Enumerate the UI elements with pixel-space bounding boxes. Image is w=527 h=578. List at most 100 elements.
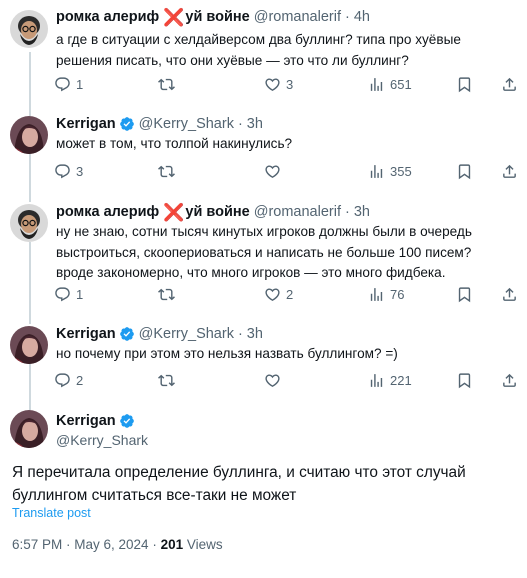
- translate-link[interactable]: Translate post: [12, 506, 91, 520]
- display-name[interactable]: ромка алериф: [56, 9, 159, 25]
- separator-dot: ·: [344, 9, 350, 25]
- display-name[interactable]: ромка алериф: [56, 204, 159, 220]
- retweet-button[interactable]: [158, 76, 180, 93]
- user-handle[interactable]: @romanalerif: [254, 9, 341, 25]
- reply-count: 1: [76, 77, 84, 92]
- avatar[interactable]: [10, 204, 48, 242]
- views-icon: [370, 288, 383, 301]
- display-name-suffix: уй войне: [185, 9, 250, 25]
- tweet-text: ну не знаю, сотни тысяч кинутых игроков …: [56, 224, 472, 280]
- retweet-button[interactable]: [158, 372, 180, 389]
- reply-icon: [55, 77, 70, 92]
- bookmark-icon: [458, 287, 471, 303]
- bookmark-icon: [458, 373, 471, 389]
- avatar[interactable]: [10, 116, 48, 154]
- user-handle[interactable]: @Kerry_Shark: [139, 326, 234, 342]
- display-name[interactable]: Kerrigan: [56, 413, 116, 429]
- retweet-button[interactable]: [158, 286, 180, 303]
- verified-badge-icon: [119, 116, 135, 132]
- reply-button[interactable]: 1: [54, 76, 83, 93]
- retweet-icon: [158, 374, 175, 387]
- bookmark-button[interactable]: [456, 76, 473, 93]
- share-icon: [503, 164, 516, 178]
- views-icon: [370, 165, 383, 178]
- like-button[interactable]: 2: [264, 286, 293, 303]
- views-button[interactable]: 221: [368, 372, 412, 389]
- user-handle[interactable]: @Kerry_Shark: [139, 116, 234, 132]
- bookmark-button[interactable]: [456, 163, 473, 180]
- timestamp[interactable]: 3h: [247, 116, 263, 132]
- views-icon: [370, 78, 383, 91]
- timestamp[interactable]: 3h: [354, 204, 370, 220]
- tweet-text: но почему при этом это нельзя назвать бу…: [56, 346, 398, 361]
- like-button[interactable]: [264, 163, 286, 180]
- like-count: 2: [286, 287, 294, 302]
- display-name-suffix: уй войне: [185, 204, 250, 220]
- share-button[interactable]: [501, 372, 518, 389]
- views-count: 221: [390, 373, 412, 388]
- like-button[interactable]: [264, 372, 286, 389]
- views-button[interactable]: 76: [368, 286, 404, 303]
- views-button[interactable]: 355: [368, 163, 412, 180]
- tweet-header: Kerrigan @Kerry_Shark · 3h: [56, 115, 263, 133]
- focused-tweet-header: Kerrigan: [56, 413, 139, 429]
- retweet-button[interactable]: [158, 163, 180, 180]
- display-name[interactable]: Kerrigan: [56, 116, 116, 132]
- views-icon: [370, 374, 383, 387]
- avatar[interactable]: [10, 410, 48, 448]
- share-button[interactable]: [501, 76, 518, 93]
- verified-badge-icon: [119, 413, 135, 429]
- cross-mark-emoji: ❌: [163, 202, 185, 222]
- reply-icon: [55, 373, 70, 388]
- reply-count: 2: [76, 373, 84, 388]
- display-name[interactable]: Kerrigan: [56, 326, 116, 342]
- separator-dot: ·: [237, 326, 243, 342]
- views-count: 355: [390, 164, 412, 179]
- share-icon: [503, 287, 516, 301]
- tweet-header: ромка алериф ❌ уй войне @romanalerif · 4…: [56, 8, 370, 26]
- user-handle[interactable]: @Kerry_Shark: [56, 432, 148, 448]
- reply-icon: [55, 287, 70, 302]
- like-icon: [265, 78, 280, 91]
- reply-tweet[interactable]: Kerrigan @Kerry_Shark · 3h но почему при…: [0, 320, 527, 404]
- tweet-header: ромка алериф ❌ уй войне @romanalerif · 3…: [56, 203, 370, 221]
- separator-dot: ·: [237, 116, 243, 132]
- like-icon: [265, 288, 280, 301]
- reply-button[interactable]: 1: [54, 286, 83, 303]
- like-button[interactable]: 3: [264, 76, 293, 93]
- reply-tweet[interactable]: ромка алериф ❌ уй войне @romanalerif · 3…: [0, 198, 527, 320]
- cross-mark-emoji: ❌: [163, 7, 185, 27]
- share-icon: [503, 373, 516, 387]
- reply-button[interactable]: 3: [54, 163, 83, 180]
- bookmark-button[interactable]: [456, 372, 473, 389]
- reply-tweet[interactable]: ромка алериф ❌ уй войне @romanalerif · 4…: [0, 0, 527, 110]
- timestamp[interactable]: 3h: [247, 326, 263, 342]
- focused-tweet-text: Я перечитала определение буллинга, и счи…: [12, 464, 466, 504]
- avatar[interactable]: [10, 10, 48, 48]
- user-handle[interactable]: @romanalerif: [254, 204, 341, 220]
- views-button[interactable]: 651: [368, 76, 412, 93]
- tweet-header: Kerrigan @Kerry_Shark · 3h: [56, 325, 263, 343]
- action-bar: 3 355: [54, 163, 518, 183]
- like-icon: [265, 165, 280, 178]
- bookmark-icon: [458, 164, 471, 180]
- bookmark-icon: [458, 77, 471, 93]
- action-bar: 1 3 651: [54, 76, 518, 96]
- retweet-icon: [158, 165, 175, 178]
- views-total: 201: [160, 537, 184, 552]
- timestamp[interactable]: 4h: [354, 9, 370, 25]
- avatar[interactable]: [10, 326, 48, 364]
- reply-tweet[interactable]: Kerrigan @Kerry_Shark · 3h может в том, …: [0, 110, 527, 198]
- share-icon: [503, 77, 516, 91]
- verified-badge-icon: [119, 326, 135, 342]
- bookmark-button[interactable]: [456, 286, 473, 303]
- separator-dot: ·: [344, 204, 350, 220]
- share-button[interactable]: [501, 163, 518, 180]
- retweet-icon: [158, 78, 175, 91]
- share-button[interactable]: [501, 286, 518, 303]
- reply-button[interactable]: 2: [54, 372, 83, 389]
- tweet-text: а где в ситуации с хелдайверсом два булл…: [56, 32, 461, 68]
- post-datetime[interactable]: 6:57 PM · May 6, 2024 ·: [12, 537, 161, 552]
- like-count: 3: [286, 77, 294, 92]
- like-icon: [265, 374, 280, 387]
